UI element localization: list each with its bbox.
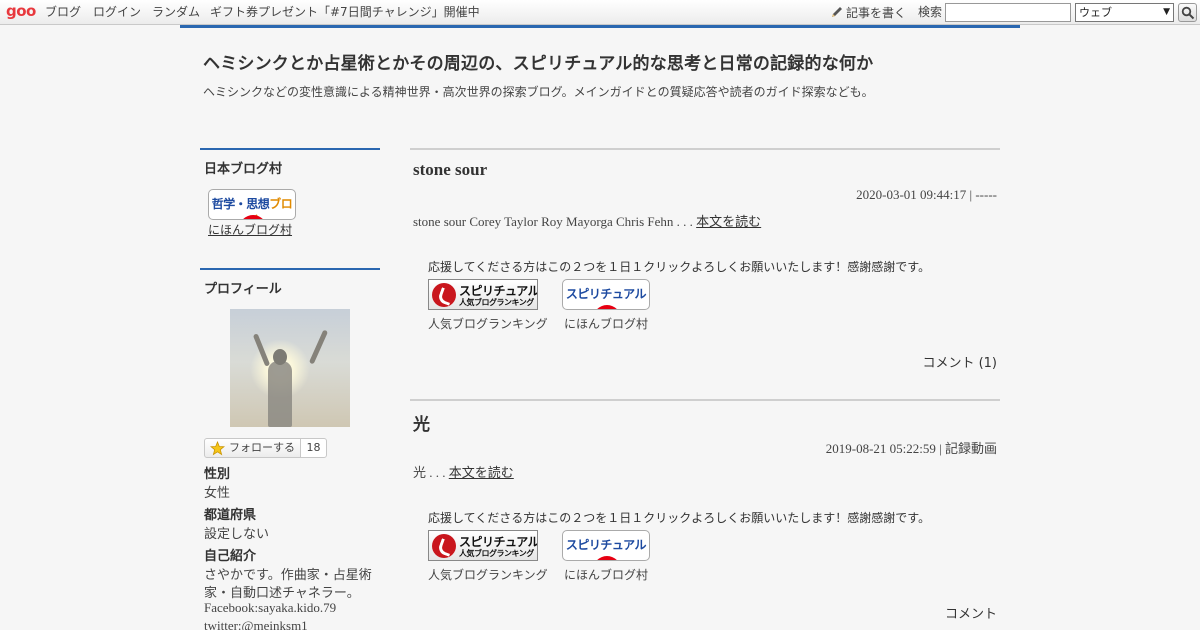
profile-value-gender: 女性 [204, 486, 231, 501]
post-excerpt: 光 . . . 本文を読む [413, 462, 514, 481]
follow-label[interactable]: フォローする [229, 441, 295, 454]
blogmura-caption-link[interactable]: にほんブログ村 [564, 315, 648, 332]
nav-random-link[interactable]: ランダム [152, 5, 200, 19]
comment-link[interactable]: コメント [945, 603, 997, 622]
blog-description: ヘミシンクなどの変性意識による精神世界・高次世界の探索ブログ。メインガイドとの質… [203, 85, 874, 99]
blogmura-banner-text: スピリチュアル [565, 538, 647, 552]
pencil-icon [832, 7, 842, 17]
profile-label-gender: 性別 [204, 467, 231, 482]
write-article-label[interactable]: 記事を書く [846, 6, 906, 20]
profile-intro-twitter: twitter:@meinksm1 [204, 618, 308, 630]
ranking-logo-icon [432, 534, 456, 558]
post-divider [410, 148, 1000, 150]
ranking-banner[interactable]: スピリチュアル 人気ブログランキング [428, 279, 538, 310]
blogmura-banner-text: スピリチュアル [565, 287, 647, 301]
read-more-link[interactable]: 本文を読む [449, 465, 514, 480]
sidebar-heading-blogmura: 日本ブログ村 [200, 148, 380, 177]
nav-blog-link[interactable]: ブログ [45, 5, 81, 19]
profile-value-prefecture: 設定しない [204, 527, 270, 542]
follow-button[interactable]: フォローする [204, 438, 301, 458]
banner-logo-arc [593, 305, 621, 309]
blogmura-spiritual-banner[interactable]: スピリチュアル [562, 530, 650, 561]
philosophy-blog-banner[interactable]: 哲学・思想ブログ [208, 189, 296, 220]
ranking-banner-subtitle: 人気ブログランキング [459, 298, 534, 307]
banner-logo-arc [593, 556, 621, 560]
support-message: 応援してくださる方はこの２つを１日１クリックよろしくお願いいたします！感謝感謝で… [428, 260, 931, 274]
nav-blog-text[interactable]: ブログ [45, 5, 81, 19]
ranking-caption-link[interactable]: 人気ブログランキング [428, 566, 548, 583]
post-title[interactable]: 光 [413, 410, 430, 435]
write-article-link[interactable]: 記事を書く [830, 5, 906, 20]
photo-figure-head [273, 349, 287, 365]
header-accent-line [180, 25, 1020, 28]
ranking-caption-link[interactable]: 人気ブログランキング [428, 315, 548, 332]
nav-login-text[interactable]: ログイン [93, 5, 141, 19]
top-bar: goo ブログ ログイン ランダム ギフト券プレゼント「#7日間チャレンジ」開催… [0, 0, 1200, 25]
goo-logo[interactable]: goo [6, 3, 36, 19]
post-excerpt-text: stone sour Corey Taylor Roy Mayorga Chri… [413, 214, 697, 229]
nav-gift-campaign-link[interactable]: ギフト券プレゼント「#7日間チャレンジ」開催中 [210, 5, 480, 19]
nav-login-link[interactable]: ログイン [93, 5, 141, 19]
photo-figure [268, 361, 292, 427]
support-message: 応援してくださる方はこの２つを１日１クリックよろしくお願いいたします！感謝感謝で… [428, 511, 931, 525]
photo-arm-right [308, 329, 329, 365]
search-button[interactable] [1178, 3, 1197, 22]
profile-label-prefecture: 都道府県 [204, 508, 257, 523]
sidebar-heading-profile: プロフィール [200, 268, 380, 297]
post-title[interactable]: stone sour [413, 160, 487, 180]
blogmura-caption-link[interactable]: にほんブログ村 [564, 566, 648, 583]
blog-title[interactable]: ヘミシンクとか占星術とかその周辺の、スピリチュアル的な思考と日常の記録的な何か [203, 49, 873, 74]
ranking-logo-icon [432, 283, 456, 307]
chevron-down-icon: ▼ [1163, 7, 1170, 17]
philosophy-banner-main: 哲学・思想 [211, 197, 270, 211]
ranking-banner[interactable]: スピリチュアル 人気ブログランキング [428, 530, 538, 561]
search-input[interactable] [945, 3, 1071, 22]
post-excerpt-text: 光 . . . [413, 465, 449, 480]
profile-intro-line: さやかです。作曲家・占星術 [204, 568, 372, 583]
search-scope-value: ウェブ [1079, 6, 1112, 19]
post-meta: 2019-08-21 05:22:59 | 記録動画 [825, 441, 997, 456]
comment-link[interactable]: コメント (1) [922, 352, 997, 371]
star-icon [210, 441, 225, 456]
follow-count: 18 [300, 438, 327, 458]
ranking-banner-subtitle: 人気ブログランキング [459, 549, 534, 558]
profile-intro-line: 家・自動口述チャネラー。 [204, 586, 360, 601]
nav-gift-text[interactable]: ギフト券プレゼント「#7日間チャレンジ」開催中 [210, 5, 480, 19]
search-label: 検索 [918, 5, 943, 19]
post-meta: 2020-03-01 09:44:17 | ----- [856, 187, 997, 202]
blogmura-link[interactable]: にほんブログ村 [208, 221, 292, 238]
profile-photo [230, 309, 350, 427]
blogmura-spiritual-banner[interactable]: スピリチュアル [562, 279, 650, 310]
search-scope-select[interactable]: ウェブ ▼ [1075, 3, 1174, 22]
search-icon [1181, 6, 1195, 20]
profile-intro-facebook: Facebook:sayaka.kido.79 [204, 600, 337, 615]
profile-label-intro: 自己紹介 [204, 549, 257, 564]
read-more-link[interactable]: 本文を読む [696, 214, 761, 229]
post-excerpt: stone sour Corey Taylor Roy Mayorga Chri… [413, 211, 761, 230]
nav-random-text[interactable]: ランダム [152, 5, 200, 19]
post-divider [410, 399, 1000, 401]
